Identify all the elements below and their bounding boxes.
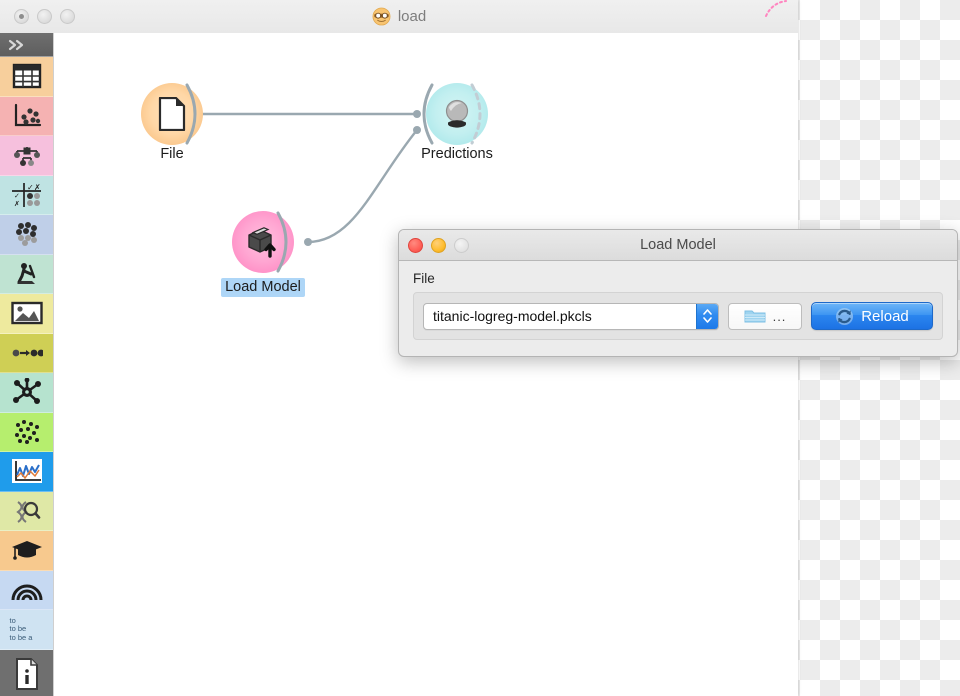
predictions-output-port-arc[interactable]	[466, 80, 494, 148]
dna-magnifier-icon	[15, 500, 40, 523]
confusion-matrix-icon: ✓ ✗ ✓ ✗	[12, 182, 41, 208]
sidebar-item-geo[interactable]	[0, 491, 53, 531]
graduation-cap-icon	[11, 541, 42, 561]
chevron-down-icon	[703, 317, 712, 323]
sidebar-item-spectroscopy[interactable]	[0, 570, 53, 610]
node-predictions-disc[interactable]	[422, 83, 488, 145]
node-load-model-label: Load Model	[221, 278, 305, 297]
association-arrow-icon	[12, 349, 43, 357]
chevron-double-right-icon	[8, 39, 24, 50]
load-model-output-port-arc[interactable]	[272, 208, 300, 276]
node-load-model[interactable]: Load Model	[213, 211, 313, 297]
dialog-titlebar[interactable]: Load Model	[399, 230, 957, 261]
workflow-canvas[interactable]: File Predictions Load Model	[54, 33, 798, 696]
sidebar-item-model[interactable]	[0, 136, 53, 176]
reload-button-label: Reload	[861, 307, 909, 325]
line-chart-icon	[11, 459, 42, 484]
scatter-plot-icon	[14, 103, 41, 126]
zoom-button[interactable]	[60, 9, 75, 24]
main-window-title: load	[0, 0, 798, 33]
sidebar-item-bioinformatics[interactable]	[0, 412, 53, 452]
screenshot-root: load ✓ ✗ ✓ ✗ to to be to be a File Predi…	[0, 0, 960, 696]
dialog-title: Load Model	[640, 237, 716, 253]
minimize-button[interactable]	[37, 9, 52, 24]
corner-accent-decoration	[764, 0, 798, 18]
main-window-titlebar[interactable]: load	[0, 0, 798, 34]
node-predictions-label: Predictions	[421, 146, 493, 162]
reload-button[interactable]: Reload	[811, 302, 933, 330]
file-combobox-value[interactable]: titanic-logreg-model.pkcls	[424, 308, 696, 324]
svg-text:✗: ✗	[34, 183, 41, 192]
main-window-controls	[14, 9, 75, 24]
load-model-dialog[interactable]: Load Model File titanic-logreg-model.pkc…	[398, 229, 958, 357]
table-grid-icon	[12, 64, 41, 89]
sidebar-item-educational[interactable]	[0, 531, 53, 571]
sidebar-collapse-button[interactable]	[0, 33, 53, 57]
folder-icon	[744, 310, 766, 323]
main-window-title-text: load	[397, 8, 427, 25]
svg-text:✗: ✗	[14, 200, 20, 208]
file-group-box: titanic-logreg-model.pkcls ... Reload	[413, 292, 943, 340]
sidebar-item-networks[interactable]	[0, 373, 53, 413]
sidebar-item-time-series[interactable]	[0, 452, 53, 492]
sidebar-item-image-analytics[interactable]	[0, 294, 53, 334]
node-file-disc[interactable]	[141, 83, 203, 145]
node-load-model-label-wrap: Load Model	[213, 273, 313, 297]
link-loadmodel-to-predictions[interactable]	[307, 129, 418, 244]
browse-file-label: ...	[772, 308, 787, 324]
sidebar-item-data-mining[interactable]	[0, 254, 53, 294]
sidebar-item-associate[interactable]	[0, 333, 53, 373]
text-lines-icon: to to be to be a	[9, 616, 44, 643]
dot-cloud-icon	[14, 419, 39, 444]
radar-arc-icon	[11, 584, 42, 601]
sidebar-item-unsupervised[interactable]	[0, 215, 53, 255]
browse-file-button[interactable]: ...	[728, 302, 802, 330]
svg-text:✓: ✓	[27, 183, 34, 192]
sidebar-item-evaluate[interactable]: ✓ ✗ ✓ ✗	[0, 175, 53, 215]
svg-text:✓: ✓	[14, 193, 20, 200]
chevron-up-icon	[703, 309, 712, 315]
node-predictions[interactable]: Predictions	[407, 83, 507, 163]
close-button[interactable]	[14, 9, 29, 24]
file-group-label: File	[413, 271, 435, 286]
dialog-body: File titanic-logreg-model.pkcls ... Relo…	[399, 261, 957, 352]
node-file[interactable]: File	[122, 83, 222, 163]
info-document-icon	[15, 658, 38, 690]
network-node-icon	[12, 378, 41, 405]
orange-logo-icon	[372, 7, 391, 26]
refresh-icon	[836, 307, 854, 325]
sidebar-item-visualize[interactable]	[0, 96, 53, 136]
tree-diagram-icon	[13, 147, 40, 167]
file-combobox[interactable]: titanic-logreg-model.pkcls	[423, 302, 719, 330]
file-combobox-stepper[interactable]	[696, 303, 718, 329]
category-toolbar: ✓ ✗ ✓ ✗ to to be to be a	[0, 33, 54, 696]
node-file-label: File	[160, 146, 184, 162]
text-line-3: to be a	[9, 632, 33, 642]
file-output-port-arc[interactable]	[181, 80, 209, 148]
picture-frame-icon	[10, 302, 43, 325]
sidebar-item-data[interactable]	[0, 57, 53, 97]
cluster-dots-icon	[15, 222, 37, 247]
node-load-model-disc[interactable]	[232, 211, 294, 273]
sidebar-item-text-mining[interactable]: to to be to be a	[0, 610, 53, 650]
predictions-input-port-arc[interactable]	[420, 80, 438, 148]
sidebar-item-info[interactable]	[0, 649, 53, 696]
miner-pickaxe-icon	[16, 262, 35, 284]
